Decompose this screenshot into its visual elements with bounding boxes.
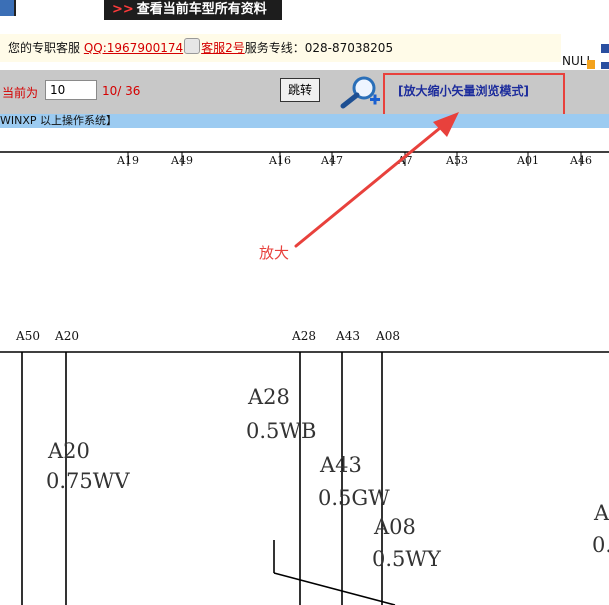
top-bar-background	[14, 0, 559, 34]
double-chevron-icon: >>	[112, 2, 134, 17]
corner-logo: NULL	[561, 34, 609, 70]
pin-label: A46	[569, 154, 592, 167]
pin-label: A53	[445, 154, 468, 167]
view-all-label: 查看当前车型所有资料	[136, 2, 267, 17]
pin-label: A16	[268, 154, 291, 167]
service-bar: 您的专职客服 QQ:1967900174 客服2号服务专线：028-8703820…	[0, 34, 561, 62]
hotline-text: 服务专线：028-87038205	[244, 41, 394, 55]
pin-label: A7	[397, 154, 413, 167]
edge-label: A	[593, 501, 609, 525]
os-requirement-bar: WINXP 以上操作系统】	[0, 114, 609, 128]
pin-label: A08	[375, 329, 400, 343]
pin-label: A50	[15, 329, 40, 343]
logo-fragment	[0, 0, 16, 16]
logo-block-icon	[601, 44, 609, 53]
pin-label: A49	[170, 154, 193, 167]
qq-penguin-icon[interactable]	[184, 38, 201, 54]
pin-label: A28	[291, 329, 316, 343]
wiring-diagram[interactable]: A19 A49 A16 A47 A7 A53 A01 A46 A50 A20 A…	[0, 128, 609, 605]
zoom-annotation-text: 放大	[259, 244, 290, 262]
wire-spec: 0.5WY	[372, 547, 442, 571]
highlight-box	[383, 73, 565, 118]
wire-spec: 0.5WB	[246, 419, 316, 443]
wire-code: A20	[47, 439, 90, 463]
qq-link[interactable]: QQ:1967900174	[84, 41, 183, 55]
view-all-materials-button[interactable]: >> 查看当前车型所有资料	[104, 0, 282, 20]
wire-code: A28	[247, 385, 290, 409]
page-count: 10/ 36	[102, 84, 141, 98]
pin-label: A19	[116, 154, 139, 167]
pin-label: A01	[516, 154, 539, 167]
wire-code: A43	[319, 453, 362, 477]
edge-label: 0.	[592, 533, 609, 557]
agent-link[interactable]: 客服2号	[201, 41, 245, 55]
page-number-input[interactable]	[45, 80, 97, 100]
zoom-in-magnifier-icon[interactable]	[340, 72, 380, 112]
wire-spec: 0.5GW	[318, 486, 390, 510]
service-prefix: 您的专职客服	[8, 41, 81, 55]
pin-label: A47	[320, 154, 343, 167]
top-bar: >> 查看当前车型所有资料	[0, 0, 609, 34]
pin-label: A20	[54, 329, 79, 343]
pin-label: A43	[335, 329, 360, 343]
logo-block-icon	[601, 62, 609, 69]
logo-accent-icon	[587, 60, 595, 69]
jump-button[interactable]: 跳转	[280, 78, 320, 102]
current-page-label: 当前为	[2, 86, 39, 100]
wire-code: A08	[373, 515, 416, 539]
wire-spec: 0.75WV	[46, 469, 130, 493]
